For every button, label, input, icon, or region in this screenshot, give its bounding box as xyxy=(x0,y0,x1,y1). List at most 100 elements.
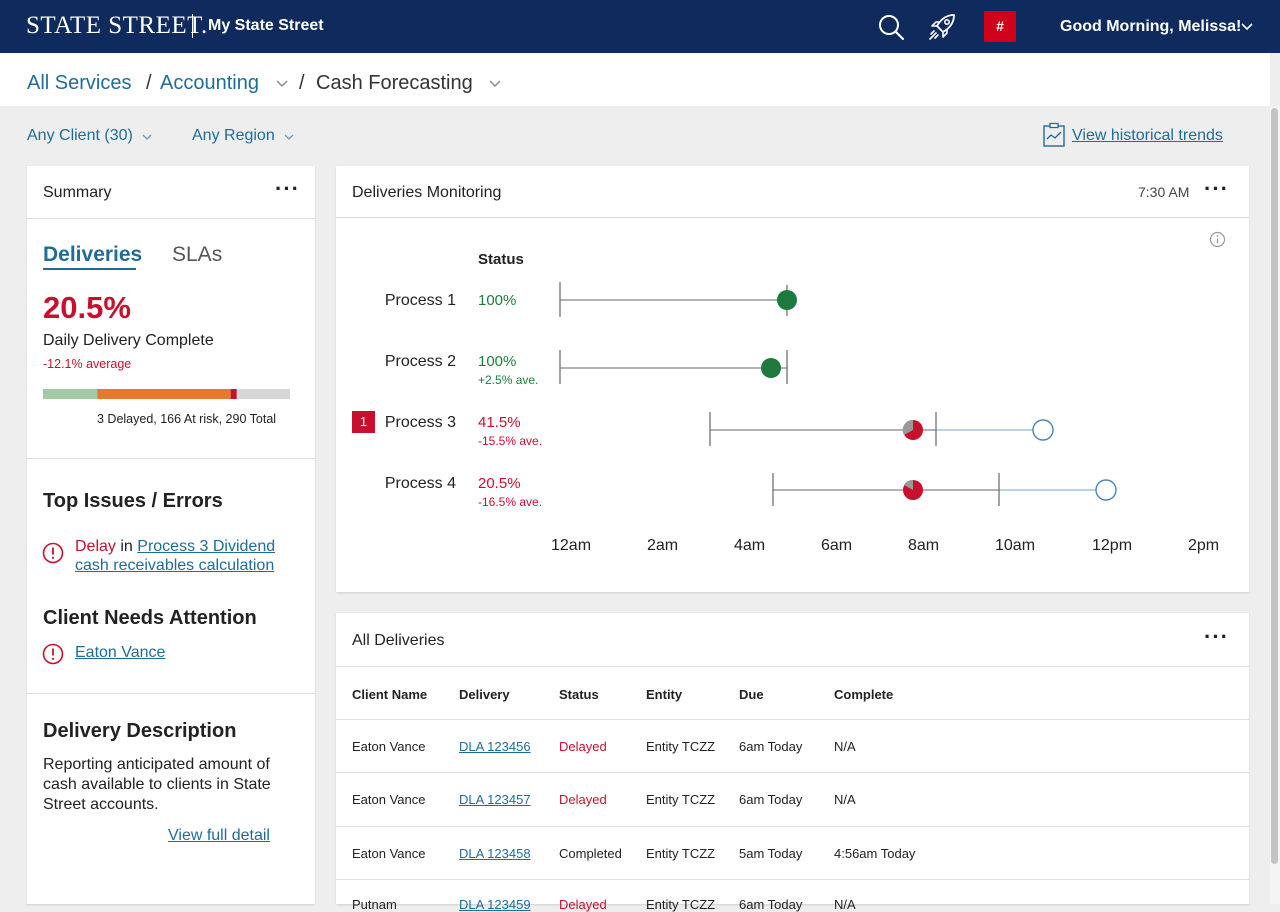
divider xyxy=(27,218,315,219)
chevron-down-icon[interactable] xyxy=(276,78,288,90)
issue-type: Delay xyxy=(75,538,116,555)
time-axis-label: 2am xyxy=(647,537,679,554)
projected-completion-marker[interactable] xyxy=(1032,419,1054,441)
alert-count-flag[interactable]: 1 xyxy=(352,411,375,433)
app-name[interactable]: My State Street xyxy=(208,17,324,35)
progress-complete-segment xyxy=(43,389,98,399)
breadcrumb-separator: / xyxy=(146,72,152,94)
cell-status: Delayed xyxy=(559,792,607,807)
scrollbar-thumb[interactable] xyxy=(1271,108,1278,864)
column-header-client-name[interactable]: Client Name xyxy=(352,687,427,702)
search-icon[interactable] xyxy=(876,12,906,42)
issue-item: Delay in Process 3 Dividend cash receiva… xyxy=(75,537,305,575)
info-icon[interactable] xyxy=(1209,231,1226,248)
column-header-entity[interactable]: Entity xyxy=(646,687,682,702)
cell-delivery-link[interactable]: DLA 123457 xyxy=(459,792,531,807)
deliveries-more-options-button[interactable]: ··· xyxy=(1204,626,1229,648)
state-street-logo[interactable]: STATE STREET. xyxy=(26,12,208,40)
user-greeting-menu[interactable]: Good Morning, Melissa! xyxy=(1060,18,1241,36)
delivery-description-title: Delivery Description xyxy=(43,720,237,742)
complete-marker[interactable] xyxy=(761,358,781,378)
alert-icon xyxy=(42,643,64,665)
breadcrumb-separator: / xyxy=(299,72,305,94)
column-header-complete[interactable]: Complete xyxy=(834,687,893,702)
process-average: +2.5% ave. xyxy=(478,373,539,387)
cell-due: 6am Today xyxy=(739,739,803,754)
delivery-description-text: Reporting anticipated amount of cash ava… xyxy=(43,756,271,813)
delivery-progress-bar xyxy=(43,389,290,399)
cell-delivery-link[interactable]: DLA 123458 xyxy=(459,846,531,861)
process-label: Process 2 xyxy=(384,353,456,370)
cell-entity: Entity TCZZ xyxy=(646,792,716,807)
cell-entity: Entity TCZZ xyxy=(646,846,716,861)
cell-delivery-link[interactable]: DLA 123456 xyxy=(459,739,531,754)
cell-due: 6am Today xyxy=(739,792,803,807)
divider xyxy=(336,217,1249,218)
column-header-due[interactable]: Due xyxy=(739,687,764,702)
cell-client-name: Eaton Vance xyxy=(352,739,426,754)
tab-slas[interactable]: SLAs xyxy=(172,243,222,267)
attention-client-link[interactable]: Eaton Vance xyxy=(75,644,165,662)
chevron-down-icon[interactable] xyxy=(283,131,295,143)
chevron-down-icon[interactable] xyxy=(141,131,153,143)
partial-progress-marker[interactable] xyxy=(902,419,923,440)
cell-client-name: Eaton Vance xyxy=(352,846,426,861)
process-status: 100% xyxy=(478,353,517,370)
progress-at-risk-segment xyxy=(97,389,231,399)
monitoring-more-options-button[interactable]: ··· xyxy=(1204,178,1229,200)
notification-badge-button[interactable]: # xyxy=(984,11,1016,42)
breadcrumb-cash-forecasting: Cash Forecasting xyxy=(316,72,473,94)
breadcrumb-all-services[interactable]: All Services xyxy=(27,72,131,95)
process-status: 20.5% xyxy=(478,475,521,492)
time-axis-label: 8am xyxy=(908,537,940,554)
process-average: -16.5% ave. xyxy=(478,495,543,509)
delivery-average-change: -12.1% average xyxy=(43,357,132,371)
client-needs-attention-title: Client Needs Attention xyxy=(43,607,257,629)
cell-status: Delayed xyxy=(559,897,607,912)
time-axis-label: 4am xyxy=(734,537,766,554)
column-header-delivery[interactable]: Delivery xyxy=(459,687,510,702)
summary-more-options-button[interactable]: ··· xyxy=(275,178,300,200)
client-filter-dropdown[interactable]: Any Client (30) xyxy=(27,127,133,145)
alert-icon xyxy=(42,542,64,564)
cell-entity: Entity TCZZ xyxy=(646,897,716,912)
cell-delivery-link[interactable]: DLA 123459 xyxy=(459,897,531,912)
tab-deliveries[interactable]: Deliveries xyxy=(43,243,142,267)
cell-status: Delayed xyxy=(559,739,607,754)
time-axis-label: 10am xyxy=(995,537,1036,554)
divider xyxy=(336,826,1249,827)
partial-progress-marker[interactable] xyxy=(903,479,923,500)
column-header-status[interactable]: Status xyxy=(559,687,599,702)
delivery-complete-percent: 20.5% xyxy=(43,290,131,325)
chevron-down-icon[interactable] xyxy=(1240,20,1254,34)
logo-divider xyxy=(192,14,193,38)
monitoring-time: 7:30 AM xyxy=(1138,184,1190,200)
region-filter-dropdown[interactable]: Any Region xyxy=(192,127,275,145)
delivery-complete-label: Daily Delivery Complete xyxy=(43,332,214,349)
view-full-detail-link[interactable]: View full detail xyxy=(168,827,270,845)
time-axis-label: 12am xyxy=(551,537,592,554)
cell-client-name: Putnam xyxy=(352,897,397,912)
process-average: -15.5% ave. xyxy=(478,434,543,448)
chevron-down-icon[interactable] xyxy=(489,78,501,90)
divider xyxy=(336,772,1249,773)
cell-status: Completed xyxy=(559,846,622,861)
progress-delayed-segment xyxy=(230,389,237,399)
complete-marker[interactable] xyxy=(777,290,797,310)
time-axis-label: 6am xyxy=(821,537,853,554)
projected-completion-marker[interactable] xyxy=(1095,479,1117,501)
view-historical-trends-link[interactable]: View historical trends xyxy=(1072,127,1223,145)
historical-trends-icon[interactable] xyxy=(1042,122,1066,148)
cell-complete: 4:56am Today xyxy=(834,846,916,861)
process-status: 41.5% xyxy=(478,414,521,431)
time-axis-label: 12pm xyxy=(1092,537,1133,554)
divider xyxy=(336,719,1249,720)
top-navigation-bar: STATE STREET. My State Street # Good Mor… xyxy=(0,0,1280,53)
cell-complete: N/A xyxy=(834,739,856,754)
status-column-header: Status xyxy=(478,251,524,268)
rocket-icon[interactable] xyxy=(927,12,957,42)
cell-client-name: Eaton Vance xyxy=(352,792,426,807)
issue-in-text: in xyxy=(120,538,133,555)
all-deliveries-title: All Deliveries xyxy=(352,632,445,649)
breadcrumb-accounting[interactable]: Accounting xyxy=(160,72,259,95)
